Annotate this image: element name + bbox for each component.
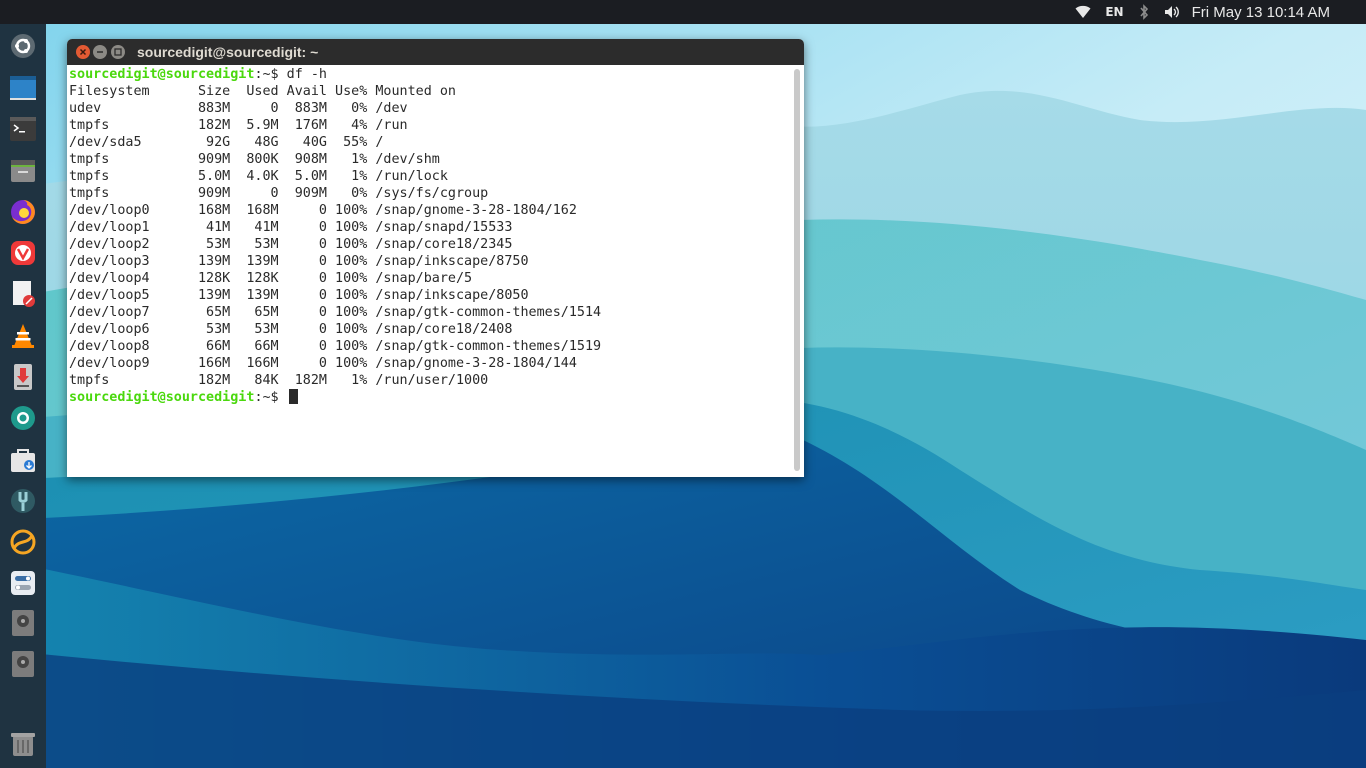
- maximize-icon[interactable]: [111, 45, 125, 59]
- output-line: tmpfs 909M 0 909M 0% /sys/fs/cgroup: [69, 186, 489, 201]
- prompt-user: sourcedigit@sourcedigit: [69, 67, 255, 82]
- drive-icon[interactable]: [7, 607, 39, 639]
- output-header: Filesystem Size Used Avail Use% Mounted …: [69, 84, 456, 99]
- output-line: /dev/loop5 139M 139M 0 100% /snap/inksca…: [69, 288, 529, 303]
- terminal-window[interactable]: sourcedigit@sourcedigit: ~ sourcedigit@s…: [67, 39, 804, 477]
- text-editor-icon[interactable]: [7, 278, 39, 310]
- output-line: /dev/loop7 65M 65M 0 100% /snap/gtk-comm…: [69, 305, 602, 320]
- trash-icon[interactable]: [7, 728, 39, 760]
- window-titlebar[interactable]: sourcedigit@sourcedigit: ~: [67, 39, 804, 65]
- drive-icon[interactable]: [7, 648, 39, 680]
- prompt-path: :~$: [254, 67, 279, 82]
- terminal-icon[interactable]: [7, 113, 39, 145]
- screenshot-icon[interactable]: [7, 402, 39, 434]
- software-store-icon[interactable]: [7, 444, 39, 476]
- terminal-output[interactable]: sourcedigit@sourcedigit:~$ df -h Filesys…: [67, 65, 804, 477]
- prompt-path: :~$: [254, 390, 279, 405]
- keyboard-language-indicator[interactable]: EN: [1105, 0, 1123, 24]
- settings-toggle-icon[interactable]: [7, 567, 39, 599]
- close-icon[interactable]: [76, 45, 90, 59]
- clock[interactable]: Fri May 13 10:14 AM: [1192, 0, 1330, 24]
- desktop-icon[interactable]: [7, 72, 39, 104]
- wifi-icon[interactable]: [1075, 0, 1091, 24]
- text-cursor: [288, 389, 298, 404]
- output-line: tmpfs 909M 800K 908M 1% /dev/shm: [69, 152, 440, 167]
- top-panel: EN Fri May 13 10:14 AM: [0, 0, 1366, 24]
- window-title: sourcedigit@sourcedigit: ~: [137, 44, 319, 60]
- output-line: /dev/loop0 168M 168M 0 100% /snap/gnome-…: [69, 203, 577, 218]
- output-line: tmpfs 182M 5.9M 176M 4% /run: [69, 118, 408, 133]
- firefox-icon[interactable]: [7, 196, 39, 228]
- bluetooth-icon[interactable]: [1138, 0, 1150, 24]
- output-line: tmpfs 182M 84K 182M 1% /run/user/1000: [69, 373, 489, 388]
- network-icon[interactable]: [7, 526, 39, 558]
- tweaks-icon[interactable]: [7, 485, 39, 517]
- output-line: udev 883M 0 883M 0% /dev: [69, 101, 408, 116]
- ubuntu-dash-icon[interactable]: [7, 30, 39, 62]
- output-line: /dev/loop2 53M 53M 0 100% /snap/core18/2…: [69, 237, 513, 252]
- volume-icon[interactable]: [1164, 0, 1180, 24]
- software-updater-icon[interactable]: [7, 361, 39, 393]
- output-line: /dev/loop9 166M 166M 0 100% /snap/gnome-…: [69, 356, 577, 371]
- output-line: /dev/loop1 41M 41M 0 100% /snap/snapd/15…: [69, 220, 513, 235]
- launcher-dock: [0, 24, 46, 768]
- minimize-icon[interactable]: [93, 45, 107, 59]
- output-line: /dev/sda5 92G 48G 40G 55% /: [69, 135, 384, 150]
- vivaldi-icon[interactable]: [7, 237, 39, 269]
- terminal-text[interactable]: sourcedigit@sourcedigit:~$ df -h Filesys…: [69, 66, 789, 406]
- files-icon[interactable]: [7, 155, 39, 187]
- output-line: /dev/loop4 128K 128K 0 100% /snap/bare/5: [69, 271, 473, 286]
- output-line: /dev/loop6 53M 53M 0 100% /snap/core18/2…: [69, 322, 513, 337]
- scrollbar[interactable]: [794, 69, 800, 471]
- output-line: /dev/loop3 139M 139M 0 100% /snap/inksca…: [69, 254, 529, 269]
- output-line: /dev/loop8 66M 66M 0 100% /snap/gtk-comm…: [69, 339, 602, 354]
- output-line: tmpfs 5.0M 4.0K 5.0M 1% /run/lock: [69, 169, 448, 184]
- system-tray: EN Fri May 13 10:14 AM: [1061, 0, 1366, 24]
- vlc-icon[interactable]: [7, 320, 39, 352]
- command-text: df -h: [278, 67, 327, 82]
- prompt-user: sourcedigit@sourcedigit: [69, 390, 255, 405]
